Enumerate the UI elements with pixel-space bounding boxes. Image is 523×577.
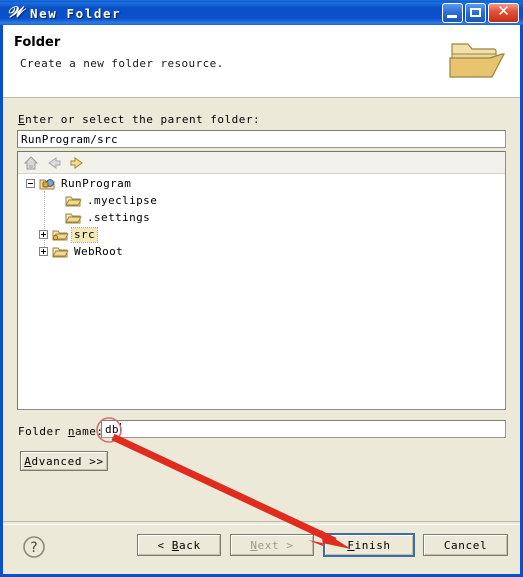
folder-name-value: db <box>105 422 119 436</box>
tree-node-label: .settings <box>87 210 151 224</box>
folder-name-input[interactable]: db <box>101 420 506 438</box>
tree-node-label: WebRoot <box>74 244 124 258</box>
tree-node-myeclipse[interactable]: .myeclipse <box>52 192 159 209</box>
close-button[interactable]: ✕ <box>488 2 519 23</box>
tree-node-label: RunProgram <box>61 176 132 190</box>
advanced-button[interactable]: Advanced >> <box>20 451 108 471</box>
help-icon[interactable]: ? <box>21 534 47 560</box>
collapse-toggle-runprogram[interactable] <box>26 179 35 188</box>
expand-toggle-src[interactable] <box>39 230 48 239</box>
footer-divider <box>3 521 520 525</box>
back-button[interactable]: < Back <box>137 534 221 556</box>
tree-node-runprogram[interactable]: RunProgram <box>26 175 133 192</box>
folder-tree-panel: RunProgram .myeclipse .settings src WebR… <box>17 151 506 410</box>
dialog-body: Enter or select the parent folder: RunPr… <box>3 100 520 574</box>
title-bar: 𝒲 New Folder ✕ <box>0 0 523 25</box>
page-description: Create a new folder resource. <box>20 57 224 70</box>
open-folder-icon <box>449 43 505 78</box>
folder-name-label: Folder name: <box>18 425 104 438</box>
forward-arrow-icon[interactable] <box>68 154 86 172</box>
minimize-button[interactable] <box>442 3 463 23</box>
folder-icon <box>52 245 69 259</box>
tree-node-label: .myeclipse <box>87 193 158 207</box>
next-button: Next > <box>230 534 314 556</box>
window-title: New Folder <box>30 5 122 21</box>
maximize-button[interactable] <box>465 3 486 23</box>
parent-folder-label: Enter or select the parent folder: <box>18 113 261 126</box>
tree-node-src[interactable]: src <box>39 226 99 243</box>
expander-placeholder <box>52 213 61 222</box>
svg-text:?: ? <box>30 540 37 556</box>
expander-placeholder <box>52 196 61 205</box>
new-folder-dialog: 𝒲 New Folder ✕ Folder Create a new folde… <box>0 0 523 577</box>
parent-folder-input[interactable]: RunProgram/src <box>17 130 506 148</box>
parent-folder-value: RunProgram/src <box>21 132 118 146</box>
tree-toolbar <box>18 152 505 174</box>
page-title: Folder <box>14 35 61 50</box>
cancel-button[interactable]: Cancel <box>423 534 508 556</box>
expand-toggle-webroot[interactable] <box>39 247 48 256</box>
tree-node-label: src <box>70 226 99 243</box>
tree-node-settings[interactable]: .settings <box>52 209 152 226</box>
folder-icon <box>65 194 82 208</box>
folder-icon <box>65 211 82 225</box>
back-arrow-icon[interactable] <box>45 154 63 172</box>
source-folder-icon <box>52 228 69 242</box>
home-icon[interactable] <box>22 154 40 172</box>
eclipse-wizard-icon: 𝒲 <box>7 3 23 21</box>
finish-button[interactable]: Finish <box>324 534 414 556</box>
tree-node-webroot[interactable]: WebRoot <box>39 243 125 260</box>
folder-tree[interactable]: RunProgram .myeclipse .settings src WebR… <box>18 175 505 410</box>
project-folder-icon <box>39 177 56 191</box>
wizard-header: Folder Create a new folder resource. <box>3 25 520 97</box>
